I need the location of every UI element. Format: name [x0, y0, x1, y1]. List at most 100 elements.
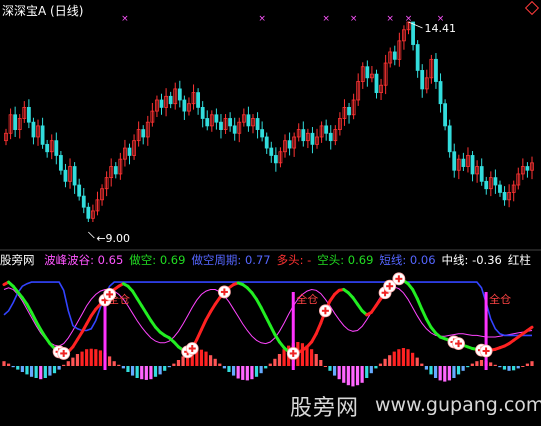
histogram-bar-positive — [181, 356, 185, 366]
histogram-bar-positive — [314, 354, 318, 366]
histogram-bar-negative — [57, 366, 61, 370]
candle-down — [484, 180, 489, 190]
candle-down — [196, 92, 201, 108]
top-marker: × — [386, 14, 394, 24]
histogram-bar-positive — [112, 361, 116, 366]
candle-down — [228, 118, 233, 127]
histogram-bar-negative — [369, 366, 373, 374]
candle-down — [219, 121, 223, 130]
histogram-bar-positive — [383, 358, 387, 366]
strength-segment-down — [411, 287, 419, 300]
histogram-bar-negative — [34, 366, 38, 378]
candle-down — [525, 166, 530, 171]
candle-down — [415, 44, 420, 71]
histogram-bar-negative — [360, 366, 364, 383]
indicator-label: 空头: — [317, 253, 345, 267]
candle-down — [141, 129, 146, 138]
strength-segment-up — [314, 321, 323, 336]
histogram-bar-positive — [94, 349, 98, 366]
histogram-bar-negative — [355, 366, 360, 386]
full-position-label: 全仓 — [296, 292, 318, 306]
histogram-bar-positive — [378, 363, 383, 366]
candle-down — [40, 125, 45, 145]
histogram-bar-positive — [66, 361, 70, 366]
candle-down — [310, 132, 315, 145]
histogram-bar-positive — [401, 348, 406, 366]
histogram-bar-positive — [420, 363, 424, 366]
histogram-bar-negative — [167, 366, 171, 368]
histogram-bar-negative — [351, 366, 355, 387]
candle-down — [452, 151, 457, 171]
histogram-bar-negative — [231, 366, 236, 376]
candle-down — [232, 125, 237, 134]
candle-down — [461, 158, 466, 167]
indicator-label: 做空: — [129, 253, 157, 267]
histogram-bar-positive — [80, 351, 84, 366]
candle-down — [63, 169, 68, 182]
candle-down — [205, 118, 210, 127]
strength-segment-up — [199, 318, 208, 332]
histogram-bar-positive — [85, 349, 89, 366]
histogram-bar-negative — [20, 366, 24, 372]
top-marker: × — [405, 14, 413, 24]
histogram-bar-negative — [144, 366, 148, 380]
candle-down — [77, 184, 82, 197]
candle-down — [255, 118, 260, 130]
histogram-bar-negative — [241, 366, 245, 380]
watermark-url: www.gupang.com — [375, 394, 541, 416]
histogram-bar-negative — [11, 366, 15, 368]
histogram-bar-negative — [447, 366, 451, 381]
candle-down — [287, 140, 292, 149]
histogram-bar-negative — [227, 366, 231, 372]
strength-segment-down — [268, 324, 277, 337]
indicator-label: 红柱 — [507, 253, 531, 267]
histogram-bar-positive — [323, 366, 327, 367]
histogram-bar-negative — [516, 366, 520, 369]
histogram-bar-positive — [479, 360, 484, 366]
histogram-bar-positive — [310, 349, 314, 366]
indicator-label: 做空周期: — [191, 253, 242, 267]
histogram-bar-negative — [140, 366, 144, 380]
histogram-bar-negative — [130, 366, 135, 376]
histogram-bar-negative — [16, 366, 20, 370]
candle-down — [374, 73, 379, 94]
histogram-bar-negative — [259, 366, 263, 374]
candle-down — [447, 125, 452, 153]
histogram-bar-positive — [282, 349, 286, 366]
histogram-bar-negative — [498, 366, 502, 368]
histogram-bar-positive — [489, 362, 493, 366]
histogram-bar-positive — [411, 352, 415, 366]
histogram-bar-negative — [163, 366, 167, 371]
histogram-bar-positive — [470, 363, 474, 366]
strength-segment-down — [259, 306, 268, 319]
candle-down — [200, 106, 205, 119]
candle-down — [113, 166, 118, 175]
histogram-bar-negative — [452, 366, 456, 378]
histogram-bar-positive — [6, 363, 11, 366]
histogram-bar-negative — [236, 366, 240, 379]
high-label: 14.41 — [425, 22, 457, 35]
top-marker: × — [121, 14, 129, 24]
candle-down — [420, 70, 425, 90]
histogram-bar-positive — [277, 354, 282, 366]
histogram-bar-negative — [456, 366, 461, 375]
histogram-bar-negative — [424, 366, 428, 370]
histogram-bar-negative — [433, 366, 438, 378]
indicator-value: 0.69 — [156, 253, 186, 267]
histogram-bar-positive — [89, 348, 93, 366]
histogram-bar-positive — [300, 343, 305, 366]
histogram-bar-negative — [466, 366, 470, 368]
histogram-bar-negative — [438, 366, 442, 381]
indicator-value: 0.06 — [406, 253, 436, 267]
histogram-bar-positive — [388, 355, 392, 366]
histogram-bar-positive — [392, 351, 396, 366]
histogram-bar-negative — [332, 366, 337, 376]
indicator-value: -0.36 — [468, 253, 502, 267]
full-position-label: 全仓 — [489, 292, 511, 306]
candle-down — [214, 114, 219, 123]
histogram-bar-positive — [525, 363, 530, 366]
candle-down — [31, 121, 36, 138]
indicator-label: 短线: — [379, 253, 407, 267]
strength-segment-down — [415, 297, 424, 311]
candle-down — [13, 114, 18, 130]
